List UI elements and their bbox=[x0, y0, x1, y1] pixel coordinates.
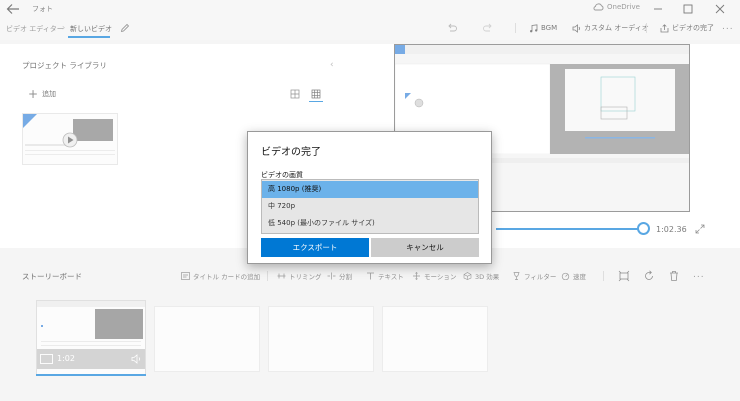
quality-option-1080p[interactable]: 高 1080p (推奨) bbox=[262, 181, 478, 198]
export-button[interactable]: エクスポート bbox=[261, 238, 369, 257]
cancel-button[interactable]: キャンセル bbox=[371, 238, 479, 257]
quality-option-540p[interactable]: 低 540p (最小のファイル サイズ) bbox=[262, 215, 478, 232]
dialog-title: ビデオの完了 bbox=[261, 147, 321, 158]
quality-option-720p[interactable]: 中 720p bbox=[262, 198, 478, 215]
